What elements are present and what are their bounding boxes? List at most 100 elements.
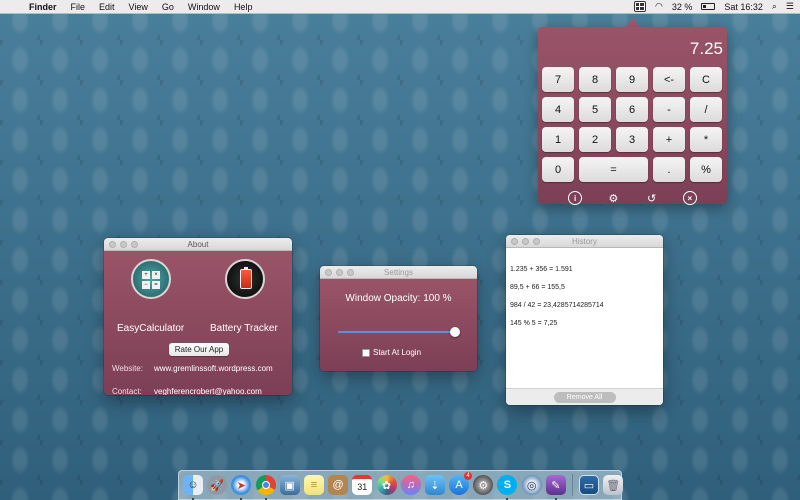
battery-percent[interactable]: 32 % bbox=[672, 2, 693, 12]
minimize-window-button[interactable] bbox=[120, 241, 127, 248]
start-at-login-row[interactable]: Start At Login bbox=[362, 348, 421, 357]
key-3[interactable]: 3 bbox=[616, 127, 648, 152]
history-entry[interactable]: 89,5 + 66 = 155,5 bbox=[510, 284, 663, 302]
website-label: Website: bbox=[112, 364, 143, 373]
key-divide[interactable]: / bbox=[690, 97, 722, 122]
zoom-window-button[interactable] bbox=[131, 241, 138, 248]
launchpad-icon[interactable]: 🚀 bbox=[207, 475, 228, 495]
settings-titlebar[interactable]: Settings bbox=[320, 266, 477, 279]
menu-go[interactable]: Go bbox=[155, 2, 181, 12]
network-icon[interactable]: ◎ bbox=[521, 475, 542, 495]
key-decimal[interactable]: . bbox=[653, 157, 685, 182]
spotlight-icon[interactable]: ⌕ bbox=[772, 1, 777, 12]
menu-edit[interactable]: Edit bbox=[92, 2, 122, 12]
slider-track[interactable] bbox=[338, 331, 456, 333]
gear-icon[interactable]: ⚙ bbox=[606, 191, 620, 205]
system-preferences-icon[interactable]: ⚙ bbox=[473, 475, 494, 495]
menu-view[interactable]: View bbox=[122, 2, 155, 12]
start-at-login-label[interactable]: Start At Login bbox=[373, 348, 421, 357]
window-controls bbox=[325, 269, 354, 276]
zoom-window-button[interactable] bbox=[347, 269, 354, 276]
app-store-icon[interactable]: A4 bbox=[449, 472, 473, 495]
key-minus[interactable]: - bbox=[653, 97, 685, 122]
key-equals[interactable]: = bbox=[579, 157, 648, 182]
window-opacity-slider[interactable] bbox=[338, 327, 460, 337]
close-window-button[interactable] bbox=[109, 241, 116, 248]
battery-tracker-app-icon[interactable] bbox=[225, 259, 265, 299]
menu-help[interactable]: Help bbox=[227, 2, 260, 12]
window-opacity-label: Window Opacity: 100 % bbox=[345, 293, 452, 304]
clock[interactable]: Sat 16:32 bbox=[724, 2, 763, 12]
notes-icon[interactable]: ≡ bbox=[303, 475, 324, 495]
finder-icon[interactable]: ☺ bbox=[183, 475, 203, 500]
slider-thumb[interactable] bbox=[450, 327, 460, 337]
remove-all-button[interactable]: Remove All bbox=[553, 391, 616, 403]
key-2[interactable]: 2 bbox=[579, 127, 611, 152]
battery-tracker-name: Battery Tracker bbox=[210, 323, 278, 334]
trash-icon[interactable]: 🗑 bbox=[603, 475, 624, 495]
key-1[interactable]: 1 bbox=[542, 127, 574, 152]
key-9[interactable]: 9 bbox=[616, 67, 648, 92]
history-list: 1.235 + 356 = 1.591 89,5 + 66 = 155,5 98… bbox=[506, 248, 663, 338]
zoom-window-button[interactable] bbox=[533, 238, 540, 245]
settings-title: Settings bbox=[384, 268, 413, 277]
key-percent[interactable]: % bbox=[690, 157, 722, 182]
notification-center-icon[interactable]: ☰ bbox=[786, 1, 794, 12]
menu-bar: Finder File Edit View Go Window Help ◠ 3… bbox=[0, 0, 800, 14]
history-entry[interactable]: 145 % 5 = 7,25 bbox=[510, 320, 663, 338]
downloads-icon[interactable]: ⇣ bbox=[424, 475, 445, 495]
skype-icon[interactable]: S bbox=[497, 475, 518, 500]
history-titlebar[interactable]: History bbox=[506, 235, 663, 248]
minimize-window-button[interactable] bbox=[522, 238, 529, 245]
chrome-icon[interactable] bbox=[255, 475, 276, 500]
history-footer: Remove All bbox=[506, 388, 663, 405]
screenshot-icon[interactable]: ✎ bbox=[545, 475, 566, 500]
history-entry[interactable]: 984 / 42 = 23,4285714285714 bbox=[510, 302, 663, 320]
desktop-folder-icon[interactable]: ▭ bbox=[579, 475, 599, 495]
key-5[interactable]: 5 bbox=[579, 97, 611, 122]
key-7[interactable]: 7 bbox=[542, 67, 574, 92]
key-multiply[interactable]: * bbox=[690, 127, 722, 152]
website-link[interactable]: www.gremlinssoft.wordpress.com bbox=[154, 364, 273, 373]
history-icon[interactable]: ↺ bbox=[645, 191, 659, 205]
easycalculator-name: EasyCalculator bbox=[117, 323, 185, 334]
key-8[interactable]: 8 bbox=[579, 67, 611, 92]
calendar-icon[interactable]: 31 bbox=[352, 475, 373, 495]
popover-arrow bbox=[626, 18, 640, 27]
about-titlebar[interactable]: About bbox=[104, 238, 292, 251]
about-window: About + × − = EasyCalculator Battery Tracke… bbox=[104, 238, 292, 395]
battery-icon[interactable] bbox=[701, 3, 716, 10]
settings-window: Settings Window Opacity: 100 % Start At … bbox=[320, 266, 477, 371]
easycalculator-app-icon[interactable]: + × − = bbox=[131, 259, 171, 299]
calculator-status-icon[interactable] bbox=[633, 1, 646, 12]
close-window-button[interactable] bbox=[511, 238, 518, 245]
menu-finder[interactable]: Finder bbox=[22, 2, 64, 12]
key-4[interactable]: 4 bbox=[542, 97, 574, 122]
dock-separator bbox=[572, 474, 573, 496]
about-body: + × − = EasyCalculator Battery Tracker Rate… bbox=[104, 251, 292, 395]
contact-email[interactable]: veghferencrobert@yahoo.com bbox=[154, 387, 262, 395]
key-plus[interactable]: + bbox=[653, 127, 685, 152]
menu-file[interactable]: File bbox=[64, 2, 93, 12]
photos-icon[interactable]: ✿ bbox=[376, 475, 397, 495]
safari-icon[interactable]: ➤ bbox=[231, 475, 252, 500]
contacts-icon[interactable]: @ bbox=[328, 475, 349, 495]
key-6[interactable]: 6 bbox=[616, 97, 648, 122]
dock: ☺ 🚀 ➤ ▣ ≡ @ 31 ✿ ♫ ⇣ A4 ⚙ S ◎ ✎ ▭ 🗑 bbox=[178, 470, 624, 500]
minimize-window-button[interactable] bbox=[336, 269, 343, 276]
menu-window[interactable]: Window bbox=[181, 2, 227, 12]
wifi-icon[interactable]: ◠ bbox=[655, 1, 663, 12]
key-clear[interactable]: C bbox=[690, 67, 722, 92]
history-entry[interactable]: 1.235 + 356 = 1.591 bbox=[510, 266, 663, 284]
itunes-icon[interactable]: ♫ bbox=[400, 475, 421, 495]
window-controls bbox=[511, 238, 540, 245]
start-at-login-checkbox[interactable] bbox=[362, 348, 370, 357]
key-backspace[interactable]: <- bbox=[653, 67, 685, 92]
rate-our-app-button[interactable]: Rate Our App bbox=[169, 343, 229, 356]
key-0[interactable]: 0 bbox=[542, 157, 574, 182]
window-controls bbox=[109, 241, 138, 248]
preview-icon[interactable]: ▣ bbox=[279, 475, 300, 495]
close-icon[interactable]: × bbox=[682, 191, 697, 205]
close-window-button[interactable] bbox=[325, 269, 332, 276]
info-icon[interactable]: i bbox=[568, 191, 583, 205]
